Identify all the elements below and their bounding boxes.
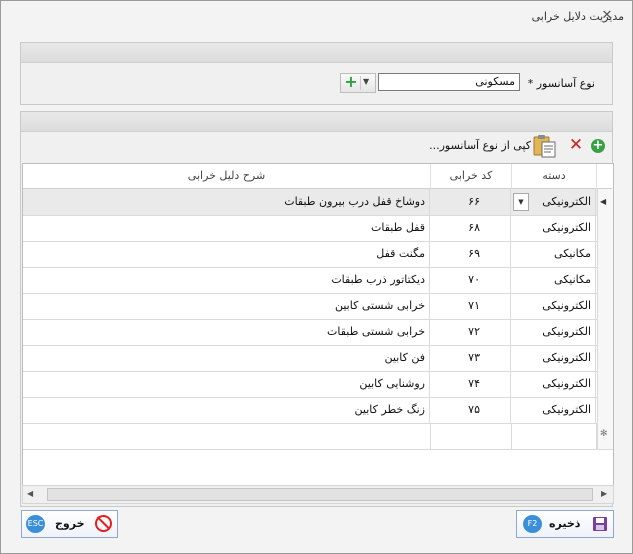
- cell-category[interactable]: الکترونیکی: [512, 345, 596, 371]
- cell-description[interactable]: قفل طبقات: [23, 215, 430, 241]
- current-row-arrow-icon: ◀: [600, 197, 607, 206]
- close-button[interactable]: ✕: [599, 8, 615, 24]
- plus-icon: +: [344, 72, 358, 91]
- row-indicator[interactable]: [597, 293, 613, 319]
- cell-description[interactable]: روشنایی کابین: [23, 371, 430, 397]
- cell-category[interactable]: الکترونیکی: [512, 319, 596, 345]
- row-indicator[interactable]: [597, 267, 613, 293]
- exit-button-label: خروج: [55, 517, 85, 530]
- chevron-down-icon[interactable]: ▼: [363, 77, 369, 86]
- elevator-type-value: مسکونی: [475, 75, 515, 88]
- cell-category[interactable]: الکترونیکی: [512, 215, 596, 241]
- cell-code[interactable]: ۶۹: [431, 241, 511, 267]
- table-row[interactable]: الکترونیکی ۷۵ زنگ خطر کابین: [23, 397, 613, 424]
- grid-toolbar: + ✕ کپی از نوع آسانسور...: [22, 133, 612, 160]
- horizontal-scrollbar[interactable]: ◀ ▶: [22, 485, 614, 504]
- cell-description[interactable]: خرابی شستی کابین: [23, 293, 430, 319]
- delete-row-icon[interactable]: ✕: [568, 136, 584, 154]
- add-row-icon[interactable]: +: [591, 139, 605, 153]
- copy-from-elevator-type-button[interactable]: کپی از نوع آسانسور...: [429, 139, 531, 152]
- cell-code[interactable]: ۷۴: [431, 371, 511, 397]
- table-row[interactable]: الکترونیکی ۶۸ قفل طبقات: [23, 215, 613, 242]
- scrollbar-thumb[interactable]: [47, 488, 593, 501]
- new-row[interactable]: ✻: [23, 423, 613, 450]
- row-indicator[interactable]: [597, 345, 613, 371]
- cell-code[interactable]: ۷۳: [431, 345, 511, 371]
- cell-description[interactable]: دیکتاتور ذرب طبقات: [23, 267, 430, 293]
- table-row[interactable]: مکانیکی ۷۰ دیکتاتور ذرب طبقات: [23, 267, 613, 294]
- row-indicator[interactable]: [597, 371, 613, 397]
- cell-description[interactable]: فن کابین: [23, 345, 430, 371]
- table-row[interactable]: الکترونیکی ۷۱ خرابی شستی کابین: [23, 293, 613, 320]
- category-dropdown-icon[interactable]: ▼: [513, 193, 529, 211]
- cell-code[interactable]: ۶۶: [431, 189, 511, 215]
- cell-category[interactable]: الکترونیکی: [512, 293, 596, 319]
- cell-description[interactable]: مگنت قفل: [23, 241, 430, 267]
- row-indicator[interactable]: [597, 241, 613, 267]
- add-elevator-type-button[interactable]: + ▼: [340, 73, 376, 93]
- cell-category[interactable]: الکترونیکی: [512, 397, 596, 423]
- save-button-label: ذخیره: [549, 517, 581, 530]
- table-row[interactable]: الکترونیکی ۷۳ فن کابین: [23, 345, 613, 372]
- cell-code[interactable]: ۷۲: [431, 319, 511, 345]
- row-indicator[interactable]: [597, 397, 613, 423]
- row-indicator[interactable]: [597, 215, 613, 241]
- column-header-description[interactable]: شرح دلیل خرابی: [23, 164, 431, 189]
- save-button[interactable]: ذخیره F2: [516, 510, 614, 538]
- new-row-description[interactable]: [23, 423, 431, 449]
- grid-panel-header: [21, 112, 612, 132]
- button-divider: [360, 76, 361, 90]
- cell-code[interactable]: ۷۵: [431, 397, 511, 423]
- table-row[interactable]: الکترونیکی ۷۲ خرابی شستی طبقات: [23, 319, 613, 346]
- cell-code[interactable]: ۷۱: [431, 293, 511, 319]
- elevator-type-label: نوع آسانسور *: [527, 77, 595, 90]
- scroll-right-icon[interactable]: ▶: [601, 489, 607, 498]
- floppy-disk-icon: [593, 517, 607, 531]
- cell-category[interactable]: الکترونیکی: [512, 371, 596, 397]
- table-row[interactable]: الکترونیکی ۷۴ روشنایی کابین: [23, 371, 613, 398]
- filter-panel-header: [21, 43, 612, 63]
- cell-category[interactable]: مکانیکی: [512, 267, 596, 293]
- cell-description[interactable]: دوشاخ قفل درب بیرون طبقات: [23, 189, 430, 215]
- save-shortcut-badge: F2: [523, 515, 542, 533]
- new-row-code[interactable]: [431, 423, 512, 449]
- clipboard-copy-icon[interactable]: [532, 133, 558, 159]
- cell-code[interactable]: ۷۰: [431, 267, 511, 293]
- column-header-code[interactable]: کد خرابی: [431, 164, 512, 189]
- row-indicator-header: [597, 164, 612, 189]
- exit-shortcut-badge: ESC: [26, 515, 45, 533]
- cell-category[interactable]: مکانیکی: [512, 241, 596, 267]
- table-row[interactable]: الکترونیکی ۶۶ دوشاخ قفل درب بیرون طبقات ▼ ◀: [23, 189, 613, 216]
- table-row[interactable]: مکانیکی ۶۹ مگنت قفل: [23, 241, 613, 268]
- cell-code[interactable]: ۶۸: [431, 215, 511, 241]
- failure-reasons-grid: دسته کد خرابی شرح دلیل خرابی الکترونیکی ۶…: [22, 163, 614, 487]
- elevator-type-select[interactable]: مسکونی: [378, 73, 520, 91]
- filter-panel: [20, 42, 613, 105]
- column-header-category[interactable]: دسته: [512, 164, 597, 189]
- cell-description[interactable]: خرابی شستی طبقات: [23, 319, 430, 345]
- row-indicator[interactable]: [597, 319, 613, 345]
- title-bar: مدیریت دلایل خرابی ✕: [1, 1, 632, 31]
- cell-description[interactable]: زنگ خطر کابین: [23, 397, 430, 423]
- scroll-left-icon[interactable]: ◀: [27, 489, 33, 498]
- new-row-indicator[interactable]: ✻: [597, 423, 613, 449]
- exit-button[interactable]: خروج ESC: [21, 510, 118, 538]
- new-row-icon: ✻: [600, 429, 608, 439]
- new-row-category[interactable]: [512, 423, 597, 449]
